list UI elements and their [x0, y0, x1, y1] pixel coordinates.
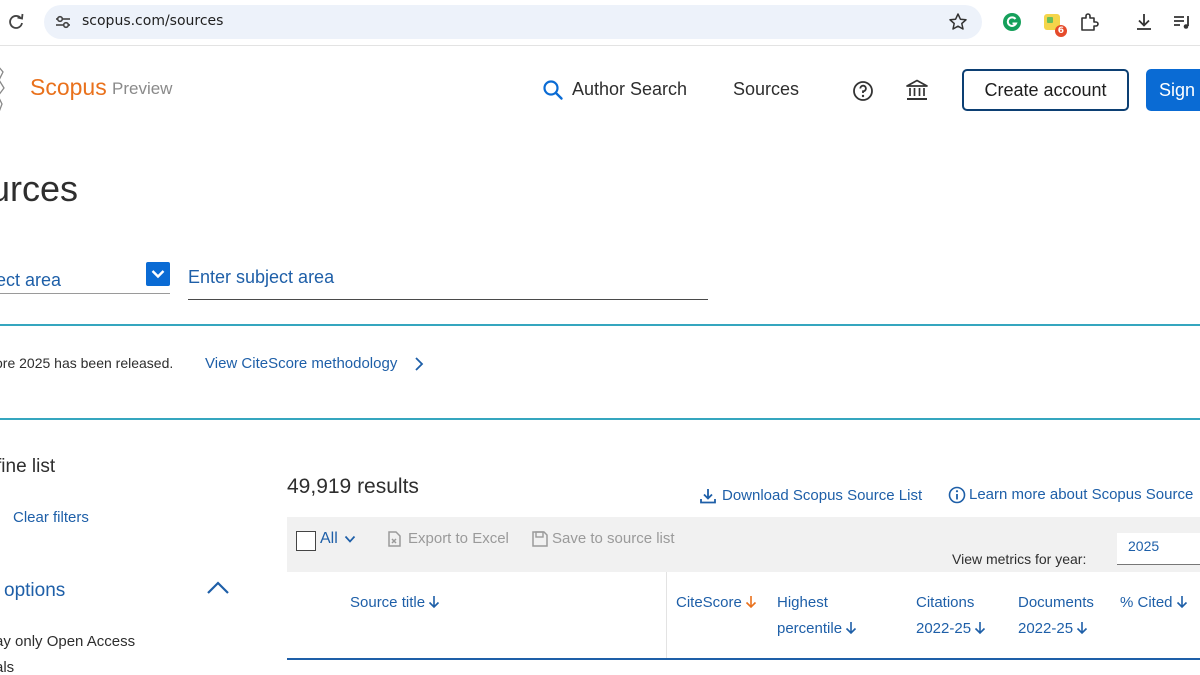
- col-citations-label: Citations: [916, 594, 975, 611]
- view-metrics-year-label: View metrics for year:: [952, 551, 1087, 567]
- metrics-year-value: 2025: [1128, 538, 1160, 554]
- open-access-filter-label-cont: als: [0, 659, 15, 675]
- info-icon[interactable]: [948, 486, 966, 504]
- extension-badge-count: 6: [1054, 25, 1067, 37]
- sort-arrow-down-icon: [845, 622, 857, 635]
- results-count: 49,919 results: [287, 475, 419, 498]
- grammarly-extension-icon[interactable]: [1001, 11, 1023, 33]
- col-percentile-label: percentile: [777, 620, 843, 637]
- institution-icon[interactable]: [905, 78, 929, 102]
- col-citescore-label: CiteScore: [676, 594, 742, 611]
- chevron-up-icon[interactable]: [206, 580, 230, 596]
- download-icon[interactable]: [699, 487, 717, 505]
- sort-arrow-down-icon: [974, 622, 986, 635]
- url-text[interactable]: scopus.com/sources: [82, 13, 223, 29]
- download-icon[interactable]: [1133, 11, 1155, 33]
- display-options-toggle[interactable]: options: [4, 580, 65, 602]
- col-source-title[interactable]: Source title: [350, 590, 440, 616]
- divider: [0, 418, 1200, 420]
- brand-suffix: Preview: [112, 79, 173, 98]
- clear-filters-link[interactable]: Clear filters: [13, 509, 89, 526]
- col-citations-range: 2022-25: [916, 620, 972, 637]
- download-source-list-link[interactable]: Download Scopus Source List: [722, 487, 922, 504]
- col-percent-cited-label: % Cited: [1120, 594, 1173, 611]
- column-separator: [666, 572, 667, 660]
- col-percent-cited[interactable]: % Cited: [1120, 590, 1188, 616]
- export-excel-icon: [388, 531, 401, 547]
- search-icon[interactable]: [542, 79, 564, 101]
- address-bar[interactable]: scopus.com/sources: [44, 5, 982, 39]
- select-all-checkbox[interactable]: [296, 531, 316, 551]
- export-to-excel-button[interactable]: Export to Excel: [408, 530, 509, 547]
- col-citescore[interactable]: CiteScore: [676, 590, 757, 616]
- chevron-down-icon: [151, 270, 165, 279]
- col-citations[interactable]: Citations 2022-25: [916, 590, 986, 642]
- table-header-rule: [287, 658, 1200, 660]
- page-title: urces: [0, 168, 79, 209]
- extension-with-badge[interactable]: 6: [1041, 11, 1067, 37]
- col-highest-percentile[interactable]: Highest percentile: [777, 590, 857, 642]
- extensions-puzzle-icon[interactable]: [1078, 11, 1100, 33]
- brand-logo[interactable]: Scopus: [30, 74, 107, 101]
- sort-arrow-down-active-icon: [745, 596, 756, 609]
- save-to-source-list-button[interactable]: Save to source list: [552, 530, 675, 547]
- browser-toolbar: scopus.com/sources 6: [0, 0, 1200, 46]
- sort-arrow-down-icon: [428, 596, 440, 609]
- site-settings-icon[interactable]: [54, 13, 72, 31]
- citescore-notice: ore 2025 has been released.: [0, 355, 174, 371]
- select-all-label[interactable]: All: [320, 530, 338, 548]
- subject-area-toggle[interactable]: [146, 262, 170, 286]
- nav-author-search[interactable]: Author Search: [572, 79, 687, 100]
- save-icon: [532, 531, 548, 547]
- help-icon[interactable]: [852, 80, 874, 102]
- col-documents[interactable]: Documents 2022-25: [1018, 590, 1094, 642]
- results-toolbar: All Export to Excel Save to source list …: [287, 517, 1200, 572]
- sort-arrow-down-icon: [1076, 622, 1088, 635]
- chevron-down-icon[interactable]: [344, 534, 356, 544]
- elsevier-logo-fragment: [0, 67, 5, 112]
- col-highest-label: Highest: [777, 594, 828, 611]
- subject-area-underline: [0, 293, 170, 294]
- refine-list-heading: fine list: [0, 456, 56, 477]
- reload-icon[interactable]: [6, 12, 26, 32]
- divider: [0, 324, 1200, 326]
- col-documents-label: Documents: [1018, 594, 1094, 611]
- sources-table-header: Source title CiteScore Highest percentil…: [287, 572, 1200, 660]
- subject-area-input[interactable]: [188, 262, 708, 300]
- nav-sources[interactable]: Sources: [733, 79, 799, 100]
- media-playlist-icon[interactable]: [1171, 11, 1193, 33]
- open-access-filter-label[interactable]: ay only Open Access: [0, 633, 135, 650]
- col-documents-range: 2022-25: [1018, 620, 1074, 637]
- subject-area-dropdown[interactable]: ject area: [0, 270, 61, 291]
- sign-in-button[interactable]: Sign: [1146, 69, 1200, 111]
- learn-more-link[interactable]: Learn more about Scopus Source: [969, 486, 1193, 503]
- citescore-methodology-link[interactable]: View CiteScore methodology: [205, 355, 397, 372]
- metrics-year-select[interactable]: 2025: [1117, 533, 1200, 565]
- chevron-right-icon[interactable]: [412, 356, 426, 372]
- col-source-title-label: Source title: [350, 594, 426, 611]
- create-account-button[interactable]: Create account: [962, 69, 1129, 111]
- sort-arrow-down-icon: [1176, 596, 1187, 609]
- bookmark-star-icon[interactable]: [948, 12, 968, 32]
